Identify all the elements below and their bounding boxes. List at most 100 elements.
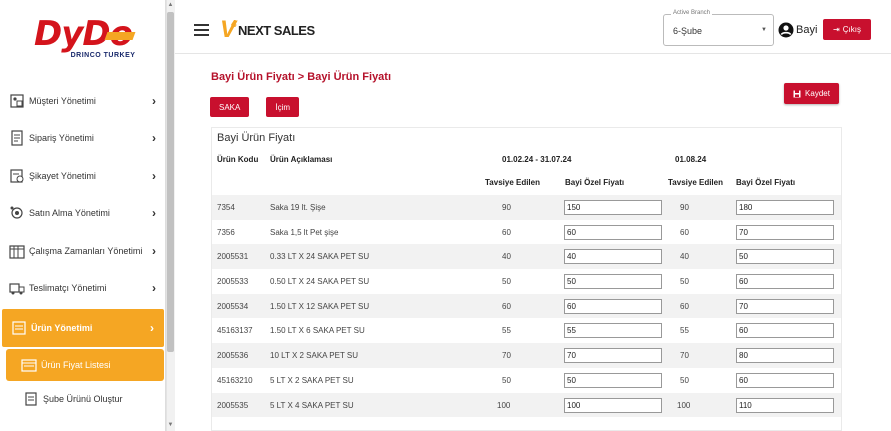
dealer-price-input-1[interactable] bbox=[564, 249, 662, 265]
cell-recommended-1: 55 bbox=[502, 326, 511, 336]
cell-recommended-2: 50 bbox=[680, 277, 689, 287]
cell-code: 2005536 bbox=[217, 351, 249, 361]
cell-recommended-1: 100 bbox=[497, 400, 511, 410]
cell-recommended-2: 100 bbox=[677, 400, 691, 410]
cell-recommended-1: 60 bbox=[502, 227, 511, 237]
cell-code: 7356 bbox=[217, 227, 235, 237]
logout-label: Çıkış bbox=[842, 25, 861, 34]
cell-recommended-1: 50 bbox=[502, 375, 511, 385]
dealer-price-input-1[interactable] bbox=[564, 274, 662, 290]
dealer-price-input-2[interactable] bbox=[736, 397, 834, 413]
dealer-price-input-2[interactable] bbox=[736, 274, 834, 290]
sidebar-menu: Müşteri Yönetimi › Sipariş Yönetimi › Şi… bbox=[0, 82, 165, 419]
dealer-price-input-1[interactable] bbox=[564, 397, 662, 413]
price-table-card: Bayi Ürün Fiyatı Ürün Kodu Ürün Açıklama… bbox=[211, 127, 842, 431]
chevron-right-icon: › bbox=[152, 168, 156, 183]
price-list-icon bbox=[21, 358, 37, 372]
dealer-price-input-1[interactable] bbox=[564, 348, 662, 364]
logout-button[interactable]: ⇥ Çıkış bbox=[823, 19, 871, 40]
chevron-right-icon: › bbox=[152, 131, 156, 146]
cell-recommended-1: 60 bbox=[502, 301, 511, 311]
dealer-price-input-2[interactable] bbox=[736, 323, 834, 339]
cell-description: 5 LT X 4 SAKA PET SU bbox=[270, 400, 354, 410]
logo-mark: DyDo bbox=[34, 14, 133, 54]
dealer-price-input-2[interactable] bbox=[736, 298, 834, 314]
sidebar-item-customers[interactable]: Müşteri Yönetimi › bbox=[0, 82, 165, 120]
chevron-right-icon: › bbox=[150, 320, 154, 335]
purchase-icon bbox=[10, 206, 23, 219]
dealer-price-input-2[interactable] bbox=[736, 372, 834, 388]
branch-product-icon bbox=[25, 392, 37, 406]
dealer-price-input-1[interactable] bbox=[564, 372, 662, 388]
cell-recommended-2: 40 bbox=[680, 252, 689, 262]
column-header-recommended-1: Tavsiye Edilen bbox=[485, 178, 540, 187]
table-body: 7354 Saka 19 lt. Şişe 90 90 7356 Saka 1,… bbox=[212, 195, 841, 418]
scroll-down-icon[interactable]: ▼ bbox=[167, 422, 174, 428]
cell-description: 1.50 LT X 6 SAKA PET SU bbox=[270, 326, 365, 336]
dealer-price-input-1[interactable] bbox=[564, 224, 662, 240]
sidebar-item-products[interactable]: Ürün Yönetimi › bbox=[2, 309, 164, 347]
dealer-price-input-2[interactable] bbox=[736, 200, 834, 215]
chevron-right-icon: › bbox=[152, 206, 156, 221]
sidebar-item-label: Sipariş Yönetimi bbox=[29, 133, 94, 144]
dealer-price-input-1[interactable] bbox=[564, 298, 662, 314]
table-row: 7354 Saka 19 lt. Şişe 90 90 bbox=[212, 195, 841, 220]
sidebar-scrollbar-thumb[interactable] bbox=[167, 12, 174, 352]
table-subheader-row: Tavsiye Edilen Bayi Özel Fiyatı Tavsiye … bbox=[212, 178, 841, 195]
hamburger-menu-icon[interactable] bbox=[194, 24, 209, 36]
scroll-up-icon[interactable]: ▲ bbox=[167, 2, 174, 8]
active-branch-select[interactable]: Active Branch 6-Şube ▼ bbox=[663, 10, 774, 46]
active-branch-value: 6-Şube bbox=[673, 26, 703, 36]
logo[interactable]: DyDo DRINCO TURKEY bbox=[0, 14, 165, 74]
chevron-right-icon: › bbox=[152, 93, 156, 108]
table-row: 2005534 1.50 LT X 12 SAKA PET SU 60 60 bbox=[212, 293, 841, 319]
save-button[interactable]: Kaydet bbox=[784, 83, 839, 104]
chevron-right-icon: › bbox=[152, 281, 156, 296]
tab-icim[interactable]: İçim bbox=[266, 97, 300, 117]
dealer-price-input-2[interactable] bbox=[736, 224, 834, 240]
cell-recommended-2: 70 bbox=[680, 351, 689, 361]
cell-recommended-1: 40 bbox=[502, 252, 511, 262]
dropdown-arrow-icon: ▼ bbox=[761, 27, 767, 33]
sidebar: DyDo DRINCO TURKEY Müşteri Yönetimi › Si… bbox=[0, 0, 166, 431]
cell-description: 10 LT X 2 SAKA PET SU bbox=[270, 351, 359, 361]
table-row: 2005535 5 LT X 4 SAKA PET SU 100 100 bbox=[212, 392, 841, 418]
cell-recommended-1: 90 bbox=[502, 203, 511, 212]
calendar-icon bbox=[9, 245, 25, 259]
dealer-price-input-1[interactable] bbox=[564, 200, 662, 215]
column-header-description: Ürün Açıklaması bbox=[270, 155, 333, 164]
dealer-price-input-2[interactable] bbox=[736, 249, 834, 265]
brand-logo[interactable]: V 4 NEXT SALES bbox=[220, 16, 315, 44]
cell-description: 1.50 LT X 12 SAKA PET SU bbox=[270, 301, 370, 311]
cell-description: 5 LT X 2 SAKA PET SU bbox=[270, 375, 354, 385]
sidebar-item-label: Müşteri Yönetimi bbox=[29, 95, 96, 106]
brand-text: NEXT SALES bbox=[238, 22, 315, 38]
main-content: Bayi Ürün Fiyatı > Bayi Ürün Fiyatı SAKA… bbox=[175, 55, 891, 431]
user-name: Bayi bbox=[796, 24, 818, 36]
sidebar-item-work-schedules[interactable]: Çalışma Zamanları Yönetimi › bbox=[0, 232, 165, 270]
sidebar-item-complaints[interactable]: Şikayet Yönetimi › bbox=[0, 157, 165, 195]
user-menu[interactable]: Bayi bbox=[778, 20, 817, 40]
sidebar-subitem-create-branch-product[interactable]: Şube Ürünü Oluştur bbox=[0, 381, 165, 419]
cell-description: Saka 19 lt. Şişe bbox=[270, 203, 326, 212]
sidebar-item-orders[interactable]: Sipariş Yönetimi › bbox=[0, 120, 165, 158]
cell-recommended-1: 70 bbox=[502, 351, 511, 361]
cell-code: 2005534 bbox=[217, 301, 249, 311]
table-row: 2005536 10 LT X 2 SAKA PET SU 70 70 bbox=[212, 343, 841, 368]
table-row: 45163137 1.50 LT X 6 SAKA PET SU 55 55 bbox=[212, 318, 841, 343]
sidebar-item-label: Çalışma Zamanları Yönetimi bbox=[29, 245, 143, 256]
sidebar-item-couriers[interactable]: Teslimatçı Yönetimi › bbox=[0, 270, 165, 308]
table-row: 2005531 0.33 LT X 24 SAKA PET SU 40 40 bbox=[212, 244, 841, 270]
dealer-price-input-1[interactable] bbox=[564, 323, 662, 339]
column-header-recommended-2: Tavsiye Edilen bbox=[668, 178, 723, 187]
tab-saka[interactable]: SAKA bbox=[210, 97, 250, 117]
sidebar-item-purchasing[interactable]: Satın Alma Yönetimi › bbox=[0, 195, 165, 233]
dealer-price-input-2[interactable] bbox=[736, 348, 834, 364]
column-header-code: Ürün Kodu bbox=[217, 155, 259, 164]
sidebar-subitem-label: Ürün Fiyat Listesi bbox=[41, 359, 111, 370]
logo-subtitle: DRINCO TURKEY bbox=[70, 52, 136, 59]
sidebar-item-label: Teslimatçı Yönetimi bbox=[29, 283, 107, 294]
sidebar-subitem-price-list[interactable]: Ürün Fiyat Listesi bbox=[6, 348, 164, 381]
cell-code: 45163210 bbox=[217, 375, 253, 385]
save-icon bbox=[793, 90, 801, 97]
